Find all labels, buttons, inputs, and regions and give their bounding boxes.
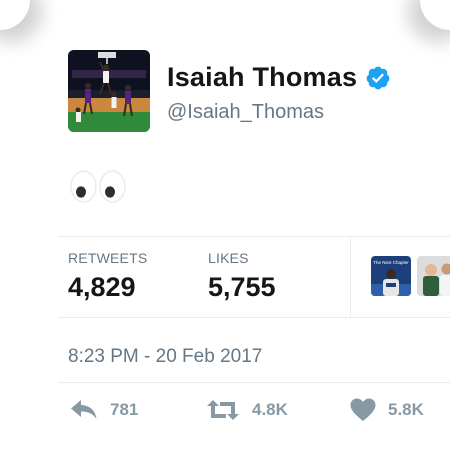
tweet-card: Isaiah Thomas @Isaiah_Thomas RETWEETS 4,… bbox=[0, 0, 450, 450]
likes-stat[interactable]: LIKES 5,755 bbox=[208, 250, 276, 303]
divider bbox=[58, 382, 450, 383]
tweet-actions: 781 4.8K 5.8K bbox=[70, 396, 450, 426]
liker-avatar-image bbox=[417, 256, 450, 296]
reply-icon bbox=[71, 400, 97, 419]
retweets-value: 4,829 bbox=[68, 272, 136, 302]
verified-badge-icon bbox=[366, 66, 390, 89]
user-handle[interactable]: @Isaiah_Thomas bbox=[167, 101, 324, 124]
reply-count: 781 bbox=[110, 400, 139, 419]
divider bbox=[58, 317, 450, 318]
stats-separator bbox=[350, 237, 351, 317]
retweet-icon bbox=[207, 400, 239, 420]
retweets-label: RETWEETS bbox=[68, 250, 148, 266]
retweet-count: 4.8K bbox=[252, 400, 288, 419]
heart-icon bbox=[350, 398, 376, 421]
retweets-stat[interactable]: RETWEETS 4,829 bbox=[68, 250, 147, 303]
like-button[interactable]: 5.8K bbox=[350, 398, 424, 422]
like-count: 5.8K bbox=[388, 400, 424, 419]
card-corner-shadow bbox=[0, 0, 30, 30]
avatar[interactable] bbox=[68, 50, 150, 132]
likes-label: LIKES bbox=[208, 250, 249, 266]
display-name[interactable]: Isaiah Thomas bbox=[167, 62, 391, 93]
likers-preview: The Next Chapter bbox=[371, 256, 450, 296]
liker-avatar[interactable] bbox=[417, 256, 450, 296]
eyes-emoji-icon bbox=[99, 170, 126, 203]
liker-avatar[interactable]: The Next Chapter bbox=[371, 256, 411, 296]
likes-value: 5,755 bbox=[208, 272, 276, 302]
divider bbox=[58, 236, 450, 237]
display-name-text: Isaiah Thomas bbox=[167, 62, 358, 92]
eyes-emoji-icon bbox=[70, 170, 97, 203]
tweet-timestamp[interactable]: 8:23 PM - 20 Feb 2017 bbox=[68, 346, 262, 368]
avatar-image bbox=[68, 50, 150, 132]
retweet-button[interactable]: 4.8K bbox=[206, 398, 288, 422]
liker-avatar-image: The Next Chapter bbox=[371, 256, 411, 296]
reply-button[interactable]: 781 bbox=[70, 398, 138, 422]
tweet-text bbox=[70, 170, 126, 203]
liker-caption: The Next Chapter bbox=[373, 260, 409, 265]
card-corner-shadow bbox=[420, 0, 450, 30]
